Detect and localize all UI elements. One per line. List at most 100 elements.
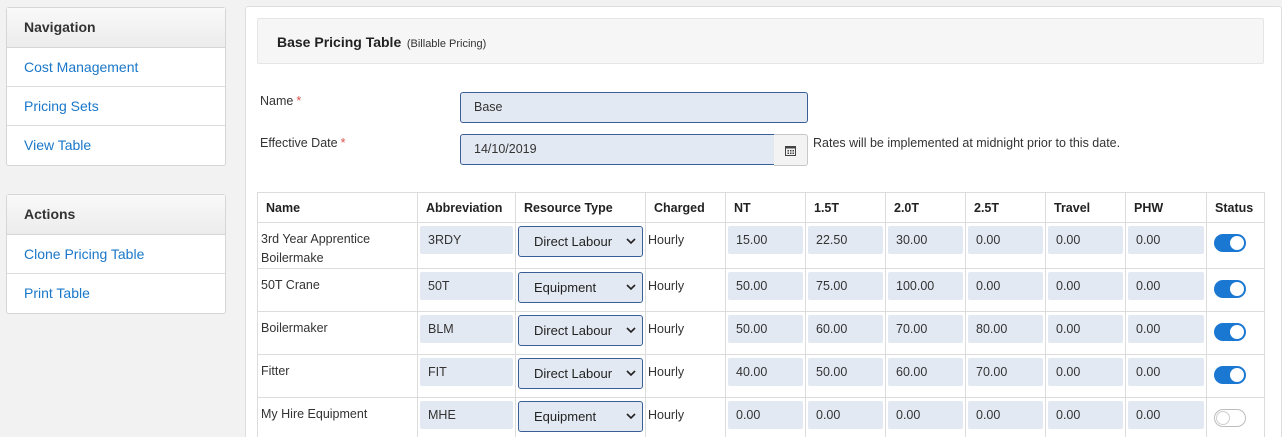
resource-type-select[interactable]: Direct Labour [518, 358, 643, 389]
phw-rate-input[interactable]: 0.00 [1128, 315, 1204, 343]
2-0t-rate-input[interactable]: 70.00 [888, 315, 963, 343]
col-abbreviation: Abbreviation [417, 192, 516, 223]
1-5t-rate-input[interactable]: 0.00 [808, 401, 883, 429]
row-name: 50T Crane [257, 268, 418, 312]
travel-rate-input[interactable]: 0.00 [1048, 272, 1123, 300]
abbreviation-input[interactable]: FIT [420, 358, 513, 386]
nav-item-view-table[interactable]: View Table [7, 126, 225, 165]
required-mark: * [340, 136, 346, 150]
action-clone-pricing-table[interactable]: Clone Pricing Table [7, 235, 225, 274]
toggle-knob [1230, 325, 1244, 339]
status-toggle[interactable] [1214, 366, 1246, 384]
2-5t-rate-input[interactable]: 80.00 [968, 315, 1043, 343]
actions-panel: Actions Clone Pricing Table Print Table [6, 194, 226, 314]
abbreviation-input[interactable]: 3RDY [420, 226, 513, 254]
status-toggle[interactable] [1214, 234, 1246, 252]
1-5t-rate-input[interactable]: 60.00 [808, 315, 883, 343]
col-name: Name [257, 192, 418, 223]
calendar-button[interactable] [774, 134, 808, 166]
action-print-table[interactable]: Print Table [7, 274, 225, 313]
resource-type-value: Direct Labour [534, 366, 613, 381]
row-charged: Hourly [645, 397, 726, 437]
col-phw: PHW [1125, 192, 1207, 223]
row-charged: Hourly [645, 311, 726, 355]
chevron-down-icon [626, 284, 636, 291]
status-toggle[interactable] [1214, 280, 1246, 298]
nt-rate-input[interactable]: 0.00 [728, 401, 803, 429]
2-0t-rate-input[interactable]: 60.00 [888, 358, 963, 386]
resource-type-select[interactable]: Equipment [518, 401, 643, 432]
nt-rate-input[interactable]: 15.00 [728, 226, 803, 254]
table-header-row: Name Abbreviation Resource Type Charged … [257, 192, 1265, 223]
col-2-5t: 2.5T [965, 192, 1046, 223]
resource-type-select[interactable]: Equipment [518, 272, 643, 303]
resource-type-value: Direct Labour [534, 323, 613, 338]
col-2-0t: 2.0T [885, 192, 966, 223]
actions-title: Actions [7, 195, 225, 235]
2-5t-rate-input[interactable]: 0.00 [968, 272, 1043, 300]
table-row: Fitter FIT Direct Labour Hourly 40.00 50… [257, 354, 1265, 398]
travel-rate-input[interactable]: 0.00 [1048, 315, 1123, 343]
row-charged: Hourly [645, 268, 726, 312]
table-body: 3rd Year Apprentice Boilermake 3RDY Dire… [257, 222, 1265, 437]
1-5t-rate-input[interactable]: 22.50 [808, 226, 883, 254]
col-resource-type: Resource Type [515, 192, 646, 223]
page-subtitle: (Billable Pricing) [406, 38, 487, 50]
required-mark: * [296, 94, 302, 108]
main-content: Base Pricing Table (Billable Pricing) Na… [245, 6, 1282, 437]
toggle-knob [1230, 282, 1244, 296]
table-row: Boilermaker BLM Direct Labour Hourly 50.… [257, 311, 1265, 355]
toggle-knob [1216, 411, 1230, 425]
2-0t-rate-input[interactable]: 0.00 [888, 401, 963, 429]
row-charged: Hourly [645, 354, 726, 398]
name-input[interactable]: Base [460, 92, 808, 123]
nt-rate-input[interactable]: 50.00 [728, 315, 803, 343]
resource-type-select[interactable]: Direct Labour [518, 226, 643, 257]
col-travel: Travel [1045, 192, 1126, 223]
row-name: Boilermaker [257, 311, 418, 355]
effective-date-input[interactable]: 14/10/2019 [460, 134, 775, 165]
abbreviation-input[interactable]: BLM [420, 315, 513, 343]
row-charged: Hourly [645, 222, 726, 269]
2-0t-rate-input[interactable]: 100.00 [888, 272, 963, 300]
chevron-down-icon [626, 327, 636, 334]
calendar-icon [785, 145, 796, 156]
status-toggle[interactable] [1214, 409, 1246, 427]
nt-rate-input[interactable]: 40.00 [728, 358, 803, 386]
2-5t-rate-input[interactable]: 70.00 [968, 358, 1043, 386]
nt-rate-input[interactable]: 50.00 [728, 272, 803, 300]
2-0t-rate-input[interactable]: 30.00 [888, 226, 963, 254]
page-header: Base Pricing Table (Billable Pricing) [257, 18, 1264, 64]
travel-rate-input[interactable]: 0.00 [1048, 358, 1123, 386]
nav-item-pricing-sets[interactable]: Pricing Sets [7, 87, 225, 126]
1-5t-rate-input[interactable]: 50.00 [808, 358, 883, 386]
travel-rate-input[interactable]: 0.00 [1048, 226, 1123, 254]
phw-rate-input[interactable]: 0.00 [1128, 358, 1204, 386]
resource-type-value: Direct Labour [534, 234, 613, 249]
table-row: 3rd Year Apprentice Boilermake 3RDY Dire… [257, 222, 1265, 269]
resource-type-value: Equipment [534, 409, 597, 424]
pricing-table: Name Abbreviation Resource Type Charged … [257, 192, 1265, 437]
table-row: My Hire Equipment MHE Equipment Hourly 0… [257, 397, 1265, 437]
status-toggle[interactable] [1214, 323, 1246, 341]
name-label: Name * [260, 94, 302, 108]
1-5t-rate-input[interactable]: 75.00 [808, 272, 883, 300]
toggle-knob [1230, 236, 1244, 250]
phw-rate-input[interactable]: 0.00 [1128, 272, 1204, 300]
2-5t-rate-input[interactable]: 0.00 [968, 401, 1043, 429]
resource-type-select[interactable]: Direct Labour [518, 315, 643, 346]
navigation-title: Navigation [7, 8, 225, 48]
abbreviation-input[interactable]: 50T [420, 272, 513, 300]
col-1-5t: 1.5T [805, 192, 886, 223]
row-name: My Hire Equipment [257, 397, 418, 437]
col-nt: NT [725, 192, 806, 223]
2-5t-rate-input[interactable]: 0.00 [968, 226, 1043, 254]
table-row: 50T Crane 50T Equipment Hourly 50.00 75.… [257, 268, 1265, 312]
page-title: Base Pricing Table [277, 34, 402, 50]
abbreviation-input[interactable]: MHE [420, 401, 513, 429]
nav-item-cost-management[interactable]: Cost Management [7, 48, 225, 87]
travel-rate-input[interactable]: 0.00 [1048, 401, 1123, 429]
phw-rate-input[interactable]: 0.00 [1128, 401, 1204, 429]
phw-rate-input[interactable]: 0.00 [1128, 226, 1204, 254]
navigation-panel: Navigation Cost Management Pricing Sets … [6, 7, 226, 166]
